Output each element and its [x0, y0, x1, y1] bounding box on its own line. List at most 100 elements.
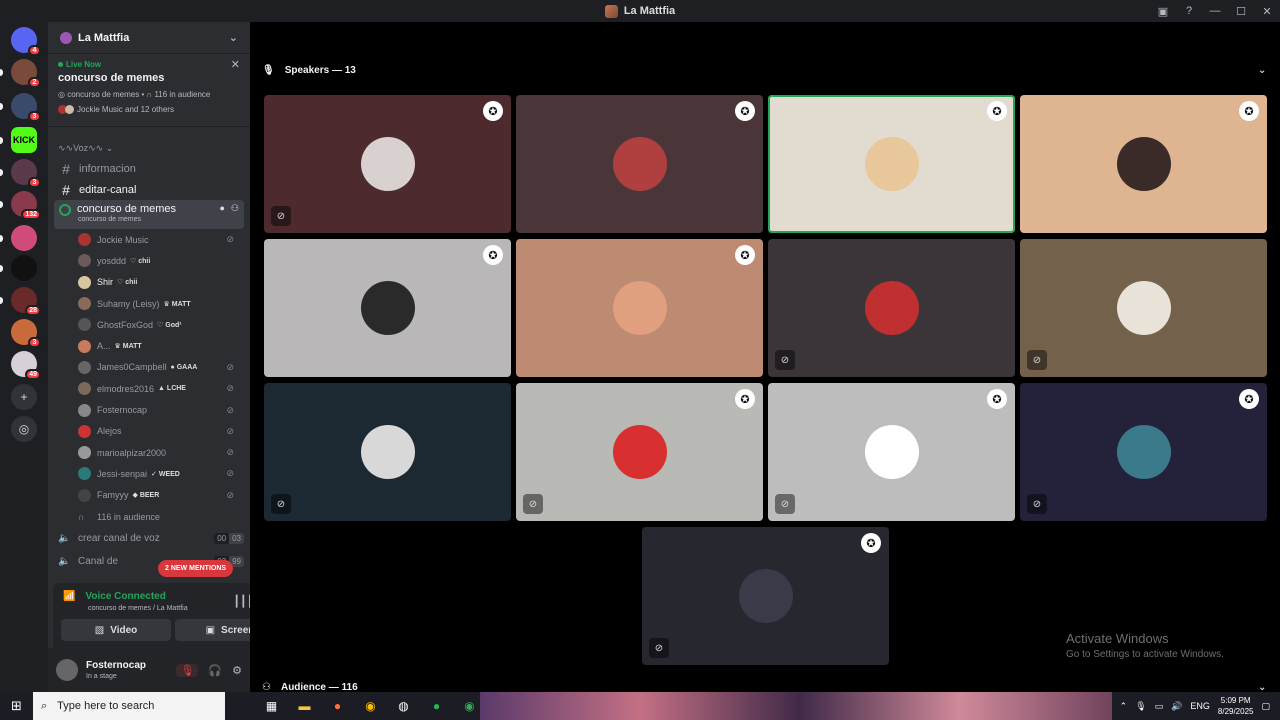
voice-channel-name: crear canal de voz	[78, 533, 160, 545]
server-header[interactable]: La Mattfia ⌄	[48, 22, 250, 54]
clock[interactable]: 5:09 PM 8/29/2025	[1218, 695, 1254, 717]
video-button[interactable]: ▧ Video	[61, 619, 171, 641]
speaker-tile[interactable]: ✪ ⊘	[1020, 383, 1267, 521]
mic-muted-icon: ⊘	[775, 494, 795, 514]
chrome-icon[interactable]: ◉	[354, 692, 387, 720]
voice-channel[interactable]: 🔈 crear canal de voz 00 03	[48, 527, 250, 550]
inbox-icon[interactable]: ▣	[1150, 0, 1176, 22]
stage-member[interactable]: yosddd ♡ chii	[48, 250, 250, 271]
firefox-icon[interactable]: ●	[321, 692, 354, 720]
category-voz[interactable]: ∿∿Voz∿∿ ⌄	[48, 127, 250, 158]
server-icon[interactable]: 49	[11, 351, 41, 380]
maximize-button[interactable]: ☐	[1228, 0, 1254, 22]
speaker-tile[interactable]: ⊘	[768, 239, 1015, 377]
moderator-icon: ✪	[735, 101, 755, 121]
stage-member[interactable]: Alejos ⊘	[48, 421, 250, 442]
app-icon[interactable]: ◍	[387, 692, 420, 720]
voice-location[interactable]: concurso de memes / La Mattfia	[88, 605, 188, 612]
explore-icon[interactable]: ◎	[11, 416, 37, 442]
speaker-tile[interactable]: ✪	[516, 239, 763, 377]
avatar	[864, 137, 919, 191]
volume-icon[interactable]: 🔊	[1171, 701, 1182, 712]
new-mentions-badge[interactable]: 2 NEW MENTIONS	[158, 560, 234, 577]
stage-member[interactable]: Suhamy (Leisy) ♛ MATT	[48, 293, 250, 314]
task-view-icon[interactable]: ▦	[255, 692, 288, 720]
mention-badge: 3	[28, 111, 41, 122]
speaker-tile[interactable]: ✪	[516, 95, 763, 233]
close-button[interactable]: ✕	[1254, 0, 1280, 22]
server-icon	[604, 4, 618, 18]
stage-member[interactable]: Shir ♡ chii	[48, 272, 250, 293]
channel-stage[interactable]: concurso de memes concurso de memes ● ⚇	[54, 200, 244, 229]
member-tag: ♛ MATT	[114, 343, 142, 351]
user-status: In a stage	[86, 673, 117, 680]
stage-member[interactable]: GhostFoxGod ♡ God¹	[48, 314, 250, 335]
speaker-tile[interactable]: ⊘	[1020, 239, 1267, 377]
stage-member[interactable]: A... ♛ MATT	[48, 335, 250, 356]
speaker-tile[interactable]: ✪ ⊘	[264, 95, 511, 233]
server-icon[interactable]: 132	[11, 191, 41, 220]
channel-informacion[interactable]: # informacion	[54, 158, 244, 179]
live-stats: ◎ concurso de memes • ∩ 116 in audience	[58, 90, 211, 99]
server-icon[interactable]	[11, 225, 37, 251]
stage-member[interactable]: James0Campbell ● GAAA ⊘	[48, 357, 250, 378]
spotify-icon[interactable]: ●	[420, 692, 453, 720]
voice-status[interactable]: Voice Connected	[85, 591, 165, 602]
language-indicator[interactable]: ENG	[1190, 701, 1210, 711]
gear-icon[interactable]: ⚙	[232, 664, 242, 677]
speaker-tile[interactable]: ✪ ⊘	[768, 383, 1015, 521]
speaker-tile[interactable]: ✪ ⊘	[642, 527, 889, 665]
network-icon[interactable]: ▭	[1155, 701, 1164, 712]
server-icon[interactable]: 3	[11, 159, 41, 188]
chat-icon[interactable]: ●	[219, 203, 224, 214]
channel-editar-canal[interactable]: # editar-canal	[54, 179, 244, 200]
minimize-button[interactable]: —	[1202, 0, 1228, 22]
close-icon[interactable]: ✕	[231, 58, 240, 71]
stage-member[interactable]: Jessi-senpai ✓ WEED ⊘	[48, 463, 250, 484]
speaker-tile[interactable]: ✪ ⊘	[516, 383, 763, 521]
taskbar-search[interactable]: ⌕ Type here to search	[33, 692, 225, 720]
member-name: Shir	[97, 277, 114, 288]
system-tray: ⌃ 🎙 ▭ 🔊 ENG 5:09 PM 8/29/2025 ▢	[1111, 692, 1280, 720]
speaker-tile[interactable]: ✪	[768, 95, 1015, 233]
server-kick-icon[interactable]: KICK	[11, 127, 37, 153]
member-name: Suhamy (Leisy)	[97, 298, 160, 309]
server-icon[interactable]: 3	[11, 319, 41, 348]
channel-stage-label: concurso de memes	[77, 203, 177, 215]
speaker-tile[interactable]: ✪	[1020, 95, 1267, 233]
member-tag: ♡ God¹	[157, 321, 182, 329]
moderator-icon: ✪	[1239, 101, 1259, 121]
stage-member[interactable]: Fosternocap ⊘	[48, 399, 250, 420]
stage-member[interactable]: marioalpizar2000 ⊘	[48, 442, 250, 463]
mic-muted-icon[interactable]: 🎙	[176, 663, 199, 677]
chevron-up-icon[interactable]: ⌃	[1120, 701, 1128, 712]
moderator-icon: ✪	[987, 101, 1007, 121]
avatar[interactable]	[56, 659, 78, 681]
server-icon[interactable]: 3	[11, 93, 41, 122]
invite-icon[interactable]: ⚇	[231, 203, 239, 214]
notification-icon[interactable]: ▢	[1261, 701, 1270, 712]
microphone-icon[interactable]: 🎙	[1135, 701, 1146, 712]
stage-member[interactable]: Jockie Music ⊘	[48, 229, 250, 250]
headphones-icon[interactable]: 🎧	[208, 664, 222, 677]
server-icon[interactable]: 28	[11, 287, 41, 316]
avatar	[78, 403, 91, 417]
discord-home-icon[interactable]: 4	[11, 27, 41, 56]
stage-member[interactable]: elmodres2016 ▲ LCHE ⊘	[48, 378, 250, 399]
chevron-down-icon[interactable]: ⌄	[1258, 65, 1266, 76]
server-icon[interactable]	[11, 255, 37, 281]
help-icon[interactable]: ?	[1176, 0, 1202, 22]
chevron-down-icon[interactable]: ⌄	[1258, 682, 1266, 693]
windows-start-icon[interactable]: ⊞	[0, 692, 33, 720]
speaker-tile[interactable]: ⊘	[264, 383, 511, 521]
unread-pill	[0, 103, 3, 110]
file-explorer-icon[interactable]: ▬	[288, 692, 321, 720]
server-icon[interactable]: 2	[11, 59, 41, 88]
stage-member[interactable]: Famyyy ◆ BEER ⊘	[48, 485, 250, 506]
live-now-card[interactable]: Live Now concurso de memes ◎ concurso de…	[48, 54, 250, 127]
audience-row[interactable]: ∩ 116 in audience	[48, 506, 250, 527]
mention-badge: 132	[21, 209, 41, 220]
add-server-icon[interactable]: +	[11, 384, 37, 410]
speaker-tile[interactable]: ✪	[264, 239, 511, 377]
unread-pill	[0, 137, 3, 144]
